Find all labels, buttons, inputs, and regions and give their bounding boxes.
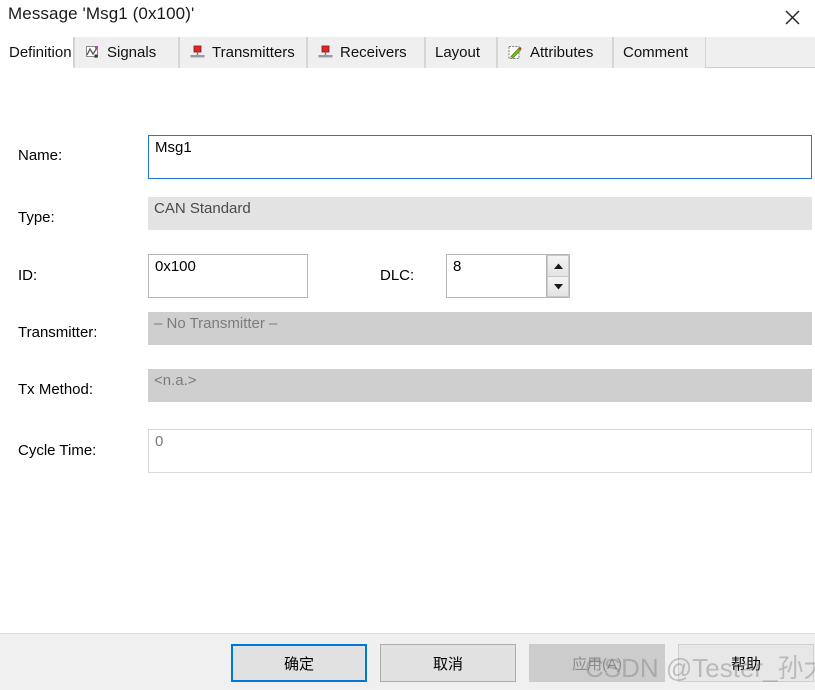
help-button[interactable]: 帮助: [678, 644, 814, 682]
tab-label: Signals: [107, 44, 157, 61]
cycle-time-input[interactable]: 0: [148, 429, 812, 473]
transmitter-label: Transmitter:: [18, 324, 98, 341]
tab-strip: Definition Signals Transmitters Receiver…: [0, 37, 815, 68]
tab-label: Layout: [435, 44, 481, 61]
dialog-footer: 确定 取消 应用(A) 帮助: [0, 633, 815, 690]
tab-attributes[interactable]: Attributes: [497, 37, 613, 68]
type-label: Type:: [18, 209, 55, 226]
tab-label: Transmitters: [212, 44, 295, 61]
tx-method-label: Tx Method:: [18, 381, 94, 398]
ok-button[interactable]: 确定: [231, 644, 367, 682]
close-button[interactable]: [769, 0, 815, 34]
definition-panel: Name: Msg1 Type: CAN Standard ID: 0x100 …: [0, 68, 815, 633]
tab-definition[interactable]: Definition: [0, 37, 74, 68]
window-title: Message 'Msg1 (0x100)': [8, 4, 195, 23]
dlc-spinner[interactable]: 8: [446, 254, 570, 298]
tab-comment[interactable]: Comment: [613, 37, 706, 68]
tx-method-value: <n.a.>: [148, 369, 812, 402]
tab-receivers[interactable]: Receivers: [307, 37, 425, 68]
cancel-button[interactable]: 取消: [380, 644, 516, 682]
attributes-icon: [507, 44, 524, 61]
transmitter-value: – No Transmitter –: [148, 312, 812, 345]
close-icon: [785, 10, 800, 25]
spinner-up-icon: [553, 257, 564, 274]
title-bar: Message 'Msg1 (0x100)': [0, 0, 815, 36]
id-label: ID:: [18, 267, 38, 284]
cycle-time-label: Cycle Time:: [18, 442, 97, 459]
tab-label: Comment: [623, 44, 689, 61]
tab-layout[interactable]: Layout: [425, 37, 497, 68]
spinner-down-icon: [553, 278, 564, 295]
name-input[interactable]: Msg1: [148, 135, 812, 179]
dlc-input[interactable]: 8: [447, 255, 546, 297]
signals-icon: [84, 44, 101, 61]
type-value: CAN Standard: [148, 197, 812, 230]
tab-label: Attributes: [530, 44, 594, 61]
dlc-decrement-button[interactable]: [547, 275, 569, 297]
name-label: Name:: [18, 147, 63, 164]
id-input[interactable]: 0x100: [148, 254, 308, 298]
dlc-increment-button[interactable]: [547, 255, 569, 276]
tab-transmitters[interactable]: Transmitters: [179, 37, 307, 68]
receiver-icon: [317, 44, 334, 61]
dlc-spinner-buttons: [546, 255, 569, 297]
apply-button: 应用(A): [529, 644, 665, 682]
dlc-label: DLC:: [380, 267, 415, 284]
tab-label: Receivers: [340, 44, 407, 61]
transmitter-icon: [189, 44, 206, 61]
tab-label: Definition: [9, 43, 72, 61]
tab-signals[interactable]: Signals: [74, 37, 179, 68]
